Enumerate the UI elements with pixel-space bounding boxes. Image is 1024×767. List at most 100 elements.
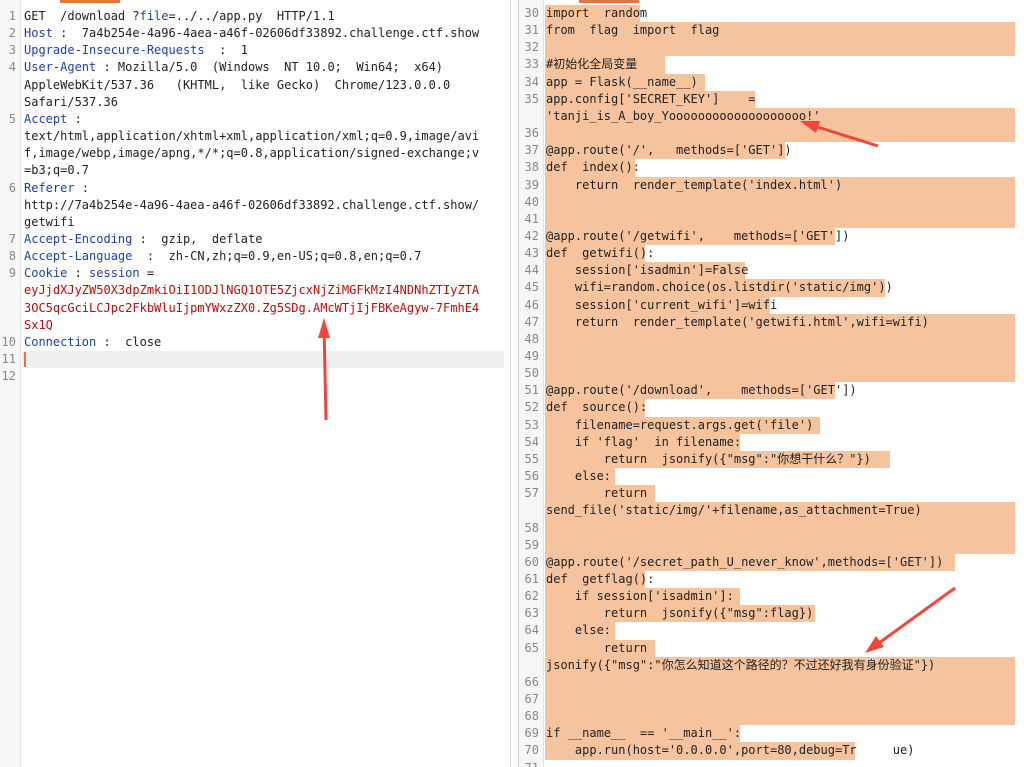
code-text: from flag import flag [546,23,720,38]
request-editor-pane[interactable]: 1 GET /download ?file=../../app.py HTTP/1… [0,0,511,767]
line-number: 53 [524,417,539,432]
response-code-line: 50 [519,365,1024,383]
code-text: #初始化全局变量 [546,57,638,72]
request-line-text: =b3;q=0.7 [24,162,89,179]
diff-highlight [545,708,1015,726]
response-code-line: 36 [519,125,1024,143]
response-code-line: 49 [519,348,1024,366]
header-value: getwifi [24,214,75,229]
code-text: jsonify({"msg":"你怎么知道这个路径的？不过还好我有身份验证"}) [546,657,936,672]
code-text: if session['isadmin']: [546,589,734,604]
request-line: 5 Accept : [0,111,510,128]
response-code-line: 56 else: [519,468,1024,486]
request-line-text: Sx1Q [24,317,53,334]
request-line: 3 Upgrade-Insecure-Requests : 1 [0,42,510,59]
response-code-line: 71 [519,760,1024,767]
header-value: GET /download ? [24,9,140,23]
line-number: 55 [524,451,539,466]
code-text: return [546,486,648,501]
header-name: Accept [24,111,68,126]
line-number: 70 [524,743,539,758]
text-cursor [24,352,26,367]
header-value: : 1 [204,43,248,58]
line-number: 69 [524,726,539,741]
response-tab-indicator [579,0,639,3]
line-number: 54 [524,434,539,449]
request-line-text: Cookie : session = [24,265,154,282]
line-number: 35 [524,91,539,106]
line-number: 62 [524,589,539,604]
request-line-text: eyJjdXJyZW50X3dpZmkiOiI1ODJlNGQ1OTE5Zjcx… [24,282,479,299]
response-code-line: 58 [519,519,1024,537]
request-line-text [24,351,26,368]
line-number: 65 [524,640,539,655]
response-code-line: 40 [519,193,1024,211]
response-code-line: 57 return [519,485,1024,503]
line-number: 36 [524,126,539,141]
line-number: 63 [524,606,539,621]
code-text: def source(): [546,400,648,415]
request-line: AppleWebKit/537.36 (KHTML, like Gecko) C… [0,77,510,94]
header-value: : [67,266,90,281]
code-text: if __name__ == '__main__': [546,726,742,741]
request-line-text: Accept-Language : zh-CN,zh;q=0.9,en-US;q… [24,248,421,265]
header-value: : zh-CN,zh;q=0.9,en-US;q=0.8,en;q=0.7 [132,249,422,264]
request-line-text: getwifi [24,214,75,231]
request-line-text: GET /download ?file=../../app.py HTTP/1.… [24,8,335,25]
line-number: 37 [524,143,539,158]
request-line: Sx1Q [0,317,510,334]
request-line-text: Connection : close [24,334,161,351]
diff-highlight [545,365,1015,383]
response-code-line: 68 [519,708,1024,726]
diff-highlight [545,519,1015,537]
request-line: Safari/537.36 [0,94,510,111]
line-number: 50 [524,366,539,381]
request-line: 6 Referer : [0,180,510,197]
line-number: 57 [524,486,539,501]
line-number: 9 [8,266,16,281]
line-number: 67 [524,692,539,706]
response-code-line: 62 if session['isadmin']: [519,588,1024,606]
request-line: 10 Connection : close [0,334,510,351]
code-text: app.config['SECRET_KEY'] = [546,91,756,106]
code-text: return render_template('getwifi.html',wi… [546,314,929,329]
header-value: AppleWebKit/537.36 (KHTML, like Gecko) C… [24,77,451,92]
diff-highlight [545,673,1015,692]
response-code-line: 66 [519,673,1024,692]
code-text: @app.route('/getwifi', methods=['GET']) [546,228,850,243]
diff-highlight [545,39,1015,57]
code-text: wifi=random.choice(os.listdir('static/im… [546,280,893,295]
header-value: f,image/webp,image/apng,*/*;q=0.8,applic… [24,146,480,161]
request-line-text: text/html,application/xhtml+xml,applicat… [24,128,479,145]
line-number: 2 [8,26,16,41]
header-name: User-Agent [24,60,97,75]
request-line: text/html,application/xhtml+xml,applicat… [0,128,510,145]
line-number: 56 [524,469,539,484]
line-number: 45 [524,280,539,295]
code-text: @app.route('/', methods=['GET']) [546,143,792,158]
request-line-text: Safari/537.36 [24,94,118,111]
header-value: : Mozilla/5.0 (Windows NT 10.0; Win64; x… [96,60,444,75]
diff-highlight [545,193,1015,211]
response-code-line: 55 return jsonify({"msg":"你想干什么？"}) [519,450,1024,469]
response-code-line: 37 @app.route('/', methods=['GET']) [519,142,1024,160]
response-code-line: 54 if 'flag' in filename: [519,433,1024,451]
line-number: 38 [524,160,539,175]
line-number: 1 [8,9,16,23]
line-number: 11 [1,352,16,366]
code-text: if 'flag' in filename: [546,434,742,449]
request-line: =b3;q=0.7 [0,162,510,179]
response-code-line: 44 session['isadmin']=False [519,262,1024,280]
line-number: 6 [8,180,16,195]
response-editor-pane[interactable]: 30 import random 31 from flag import flag 32… [518,0,1024,767]
response-code-line: 51 @app.route('/download', methods=['GET'… [519,382,1024,400]
response-code-line: 53 filename=request.args.get('file') [519,416,1024,434]
code-text: else: [546,623,612,638]
request-line-text: AppleWebKit/537.36 (KHTML, like Gecko) C… [24,77,450,94]
diff-highlight [545,330,1015,349]
diff-highlight [545,348,1015,366]
session-cookie-value: 3OC5qcGciLCJpc2FkbWluIjpmYWxzZX0.Zg5SDg.… [24,300,480,315]
header-name: Connection [24,334,97,349]
response-code-line: 46 session['current_wifi']=wifi [519,296,1024,314]
response-code-line: 33 #初始化全局变量 [519,56,1024,74]
